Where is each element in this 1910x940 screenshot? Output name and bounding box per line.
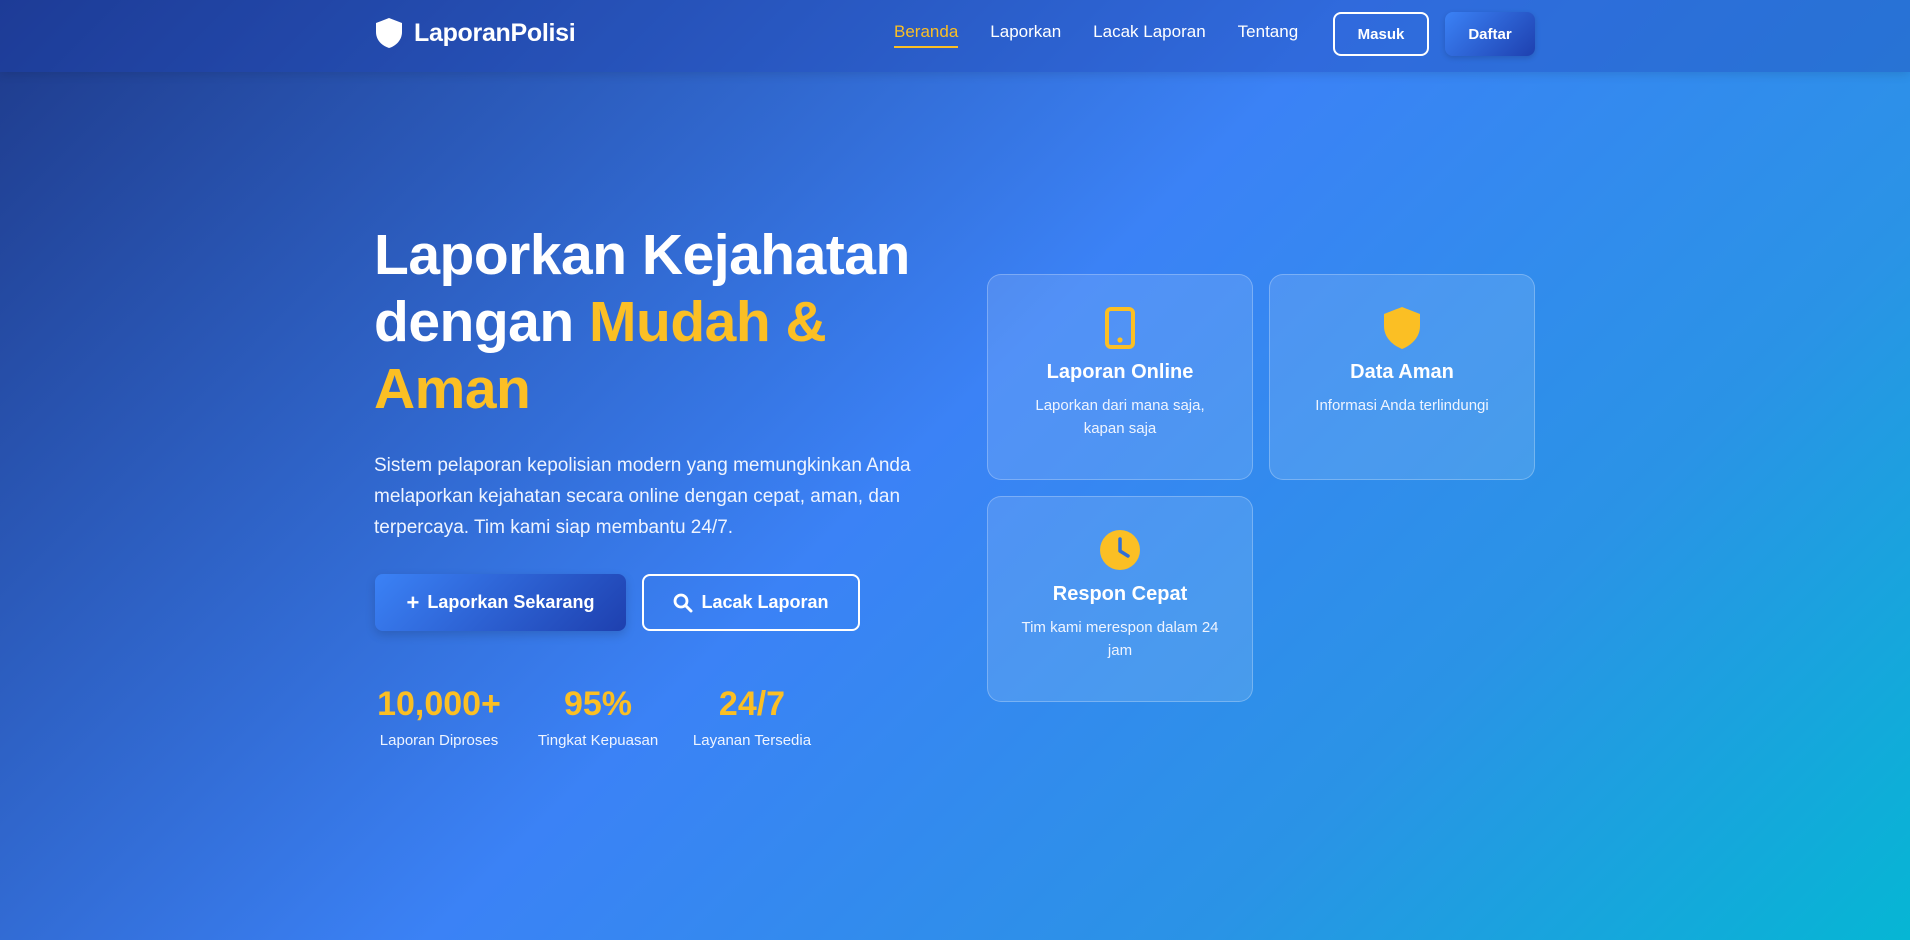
hero-title: Laporkan Kejahatan dengan Mudah & Aman bbox=[374, 222, 934, 423]
stat-value: 95% bbox=[563, 685, 633, 723]
stat-value: 10,000+ bbox=[377, 685, 501, 723]
stat-satisfaction-rate: 95% Tingkat Kepuasan bbox=[536, 684, 660, 749]
stat-reports-processed: 10,000+ Laporan Diproses bbox=[374, 684, 504, 749]
feature-card-fast-response: Respon Cepat Tim kami merespon dalam 24 … bbox=[987, 496, 1253, 702]
hero-title-line1: Laporkan Kejahatan bbox=[374, 223, 910, 287]
stat-value: 24/7 bbox=[718, 685, 786, 723]
feature-card-online-report: Laporan Online Laporkan dari mana saja, … bbox=[987, 274, 1253, 480]
feature-description: Laporkan dari mana saja, kapan saja bbox=[1035, 397, 1205, 437]
stat-service-available: 24/7 Layanan Tersedia bbox=[690, 684, 814, 749]
clock-icon bbox=[1097, 527, 1143, 573]
nav-links: Beranda Laporkan Lacak Laporan Tentang bbox=[894, 22, 1298, 48]
nav-link-beranda[interactable]: Beranda bbox=[894, 22, 959, 48]
hero-title-prefix: dengan bbox=[374, 290, 574, 354]
report-now-label: Laporkan Sekarang bbox=[427, 592, 595, 612]
brand-name: LaporanPolisi bbox=[414, 18, 576, 47]
stat-label: Laporan Diproses bbox=[379, 732, 499, 749]
track-report-button[interactable]: Lacak Laporan bbox=[642, 574, 860, 631]
nav-link-tentang[interactable]: Tentang bbox=[1238, 22, 1299, 48]
plus-icon: + bbox=[406, 589, 420, 615]
stat-label: Tingkat Kepuasan bbox=[537, 732, 659, 749]
report-now-button[interactable]: + Laporkan Sekarang bbox=[375, 574, 626, 631]
nav-link-lacak-laporan[interactable]: Lacak Laporan bbox=[1093, 22, 1205, 48]
feature-card-secure-data: Data Aman Informasi Anda terlindungi bbox=[1269, 274, 1535, 480]
feature-description: Tim kami merespon dalam 24 jam bbox=[1021, 619, 1219, 659]
mobile-phone-icon bbox=[1097, 305, 1143, 351]
search-icon bbox=[674, 593, 693, 612]
track-report-label: Lacak Laporan bbox=[701, 592, 829, 612]
navbar: LaporanPolisi Beranda Laporkan Lacak Lap… bbox=[0, 0, 1910, 72]
feature-description: Informasi Anda terlindungi bbox=[1315, 397, 1489, 414]
shield-logo-icon bbox=[376, 18, 402, 48]
feature-title: Respon Cepat bbox=[1052, 583, 1188, 605]
brand-logo[interactable]: LaporanPolisi bbox=[374, 16, 576, 50]
feature-title: Laporan Online bbox=[1046, 361, 1194, 383]
login-button[interactable]: Masuk bbox=[1333, 12, 1429, 56]
register-button[interactable]: Daftar bbox=[1445, 12, 1535, 56]
nav-link-laporkan[interactable]: Laporkan bbox=[990, 22, 1061, 48]
shield-icon bbox=[1379, 305, 1425, 351]
feature-title: Data Aman bbox=[1350, 361, 1454, 383]
hero-description: Sistem pelaporan kepolisian modern yang … bbox=[374, 455, 911, 538]
stat-label: Layanan Tersedia bbox=[692, 732, 812, 749]
